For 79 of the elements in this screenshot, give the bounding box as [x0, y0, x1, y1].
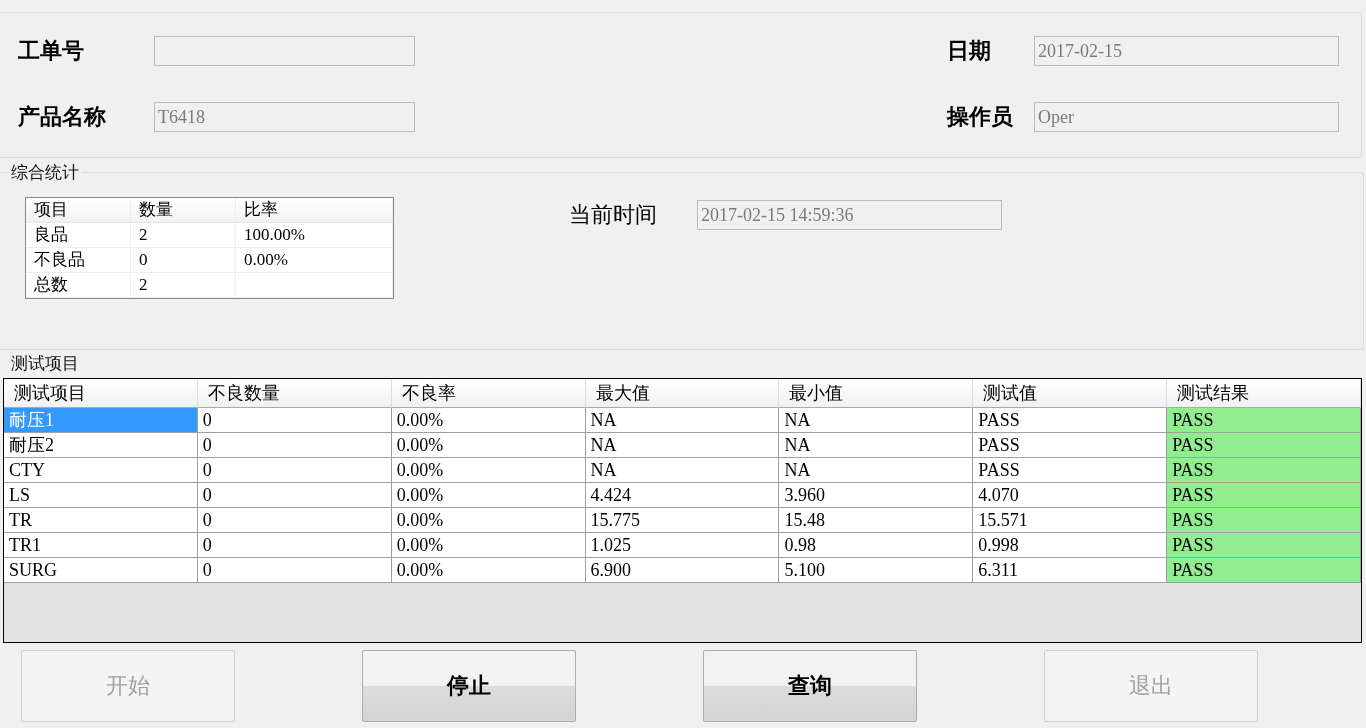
table-cell: 0.998	[973, 533, 1168, 558]
table-cell: NA	[779, 458, 974, 483]
table-cell: 0	[197, 483, 392, 508]
table-cell: 0	[197, 508, 392, 533]
text-field[interactable]: T6418	[154, 102, 415, 132]
table-cell[interactable]: TR1	[4, 533, 198, 558]
table-cell: 0	[197, 408, 392, 433]
table-cell: 0.00%	[391, 433, 586, 458]
table-cell: NA	[585, 433, 780, 458]
result-cell: PASS	[1167, 508, 1361, 533]
table-cell: 2	[131, 273, 236, 298]
table-cell: 0	[197, 558, 392, 583]
table-cell: 0.00%	[391, 508, 586, 533]
time-field[interactable]: 2017-02-15 14:59:36	[697, 200, 1002, 230]
result-cell: PASS	[1167, 533, 1361, 558]
table-cell: 2	[131, 223, 236, 248]
column-header: 不良率	[391, 379, 586, 408]
field-label: 工单号	[18, 37, 85, 65]
table-cell[interactable]: LS	[4, 483, 198, 508]
table-cell: 不良品	[26, 248, 131, 273]
table-cell: PASS	[973, 433, 1168, 458]
column-header: 比率	[236, 198, 393, 223]
result-cell: PASS	[1167, 433, 1361, 458]
result-cell: PASS	[1167, 458, 1361, 483]
table-cell: 15.48	[779, 508, 974, 533]
result-cell: PASS	[1167, 558, 1361, 583]
field-label: 日期	[947, 37, 992, 65]
table-cell: 6.311	[973, 558, 1168, 583]
table-cell: 总数	[26, 273, 131, 298]
table-cell: 0	[197, 533, 392, 558]
table-cell: 15.775	[585, 508, 780, 533]
table-cell: 5.100	[779, 558, 974, 583]
table-cell[interactable]: 耐压2	[4, 433, 198, 458]
table-cell: 100.00%	[236, 223, 393, 248]
table-cell: 0.00%	[391, 458, 586, 483]
table-cell: 4.424	[585, 483, 780, 508]
time-label: 当前时间	[569, 201, 658, 229]
table-cell: PASS	[973, 458, 1168, 483]
table-cell: 4.070	[973, 483, 1168, 508]
field-label: 产品名称	[18, 103, 107, 131]
result-cell: PASS	[1167, 483, 1361, 508]
column-header: 不良数量	[197, 379, 392, 408]
column-header: 最大值	[585, 379, 780, 408]
table-cell: 1.025	[585, 533, 780, 558]
column-header: 测试值	[973, 379, 1168, 408]
column-header: 测试项目	[4, 379, 198, 408]
table-cell: 0	[131, 248, 236, 273]
field-label: 操作员	[947, 103, 1014, 131]
table-cell: 良品	[26, 223, 131, 248]
action-button[interactable]: 查询	[703, 650, 917, 722]
table-cell: 0.00%	[391, 558, 586, 583]
table-cell: 0.98	[779, 533, 974, 558]
table-cell: NA	[585, 458, 780, 483]
column-header: 数量	[131, 198, 236, 223]
text-field[interactable]: Oper	[1034, 102, 1339, 132]
table-cell: 6.900	[585, 558, 780, 583]
column-header: 项目	[26, 198, 131, 223]
text-field[interactable]	[154, 36, 415, 66]
table-cell: 0.00%	[391, 483, 586, 508]
table-cell: PASS	[973, 408, 1168, 433]
table-cell: 0.00%	[391, 408, 586, 433]
table-cell: 15.571	[973, 508, 1168, 533]
text-field[interactable]: 2017-02-15	[1034, 36, 1339, 66]
table-cell: 3.960	[779, 483, 974, 508]
table-cell: 0.00%	[391, 533, 586, 558]
table-cell[interactable]: SURG	[4, 558, 198, 583]
result-cell: PASS	[1167, 408, 1361, 433]
table-cell: NA	[779, 433, 974, 458]
table-cell[interactable]: CTY	[4, 458, 198, 483]
table-cell: 0	[197, 458, 392, 483]
table-cell[interactable]: TR	[4, 508, 198, 533]
table-cell: NA	[779, 408, 974, 433]
table-cell: 0.00%	[236, 248, 393, 273]
group-title: 综合统计	[8, 161, 82, 184]
table-cell: NA	[585, 408, 780, 433]
table-cell: 0	[197, 433, 392, 458]
column-header: 测试结果	[1167, 379, 1361, 408]
column-header: 最小值	[779, 379, 974, 408]
action-button[interactable]: 停止	[362, 650, 576, 722]
